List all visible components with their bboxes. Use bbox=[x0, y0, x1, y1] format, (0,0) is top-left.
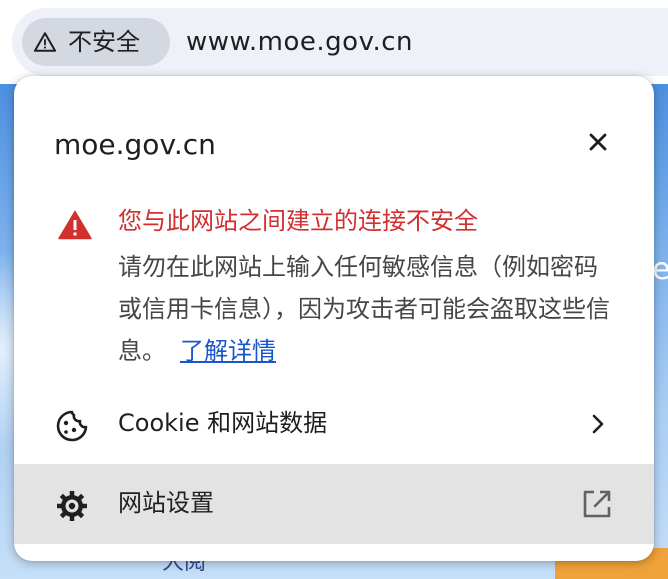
chevron-right-icon bbox=[592, 414, 604, 434]
site-info-popup: moe.gov.cn 您与此网站之间建立的连接不安全 请勿在此网站上输入任何敏感… bbox=[14, 76, 654, 561]
background-partial-text: ea bbox=[652, 252, 668, 287]
insecure-connection-heading: 您与此网站之间建立的连接不安全 bbox=[118, 207, 478, 235]
warning-triangle-icon bbox=[34, 32, 56, 52]
gear-icon bbox=[57, 491, 87, 521]
insecure-connection-description: 请勿在此网站上输入任何敏感信息（例如密码或信用卡信息），因为攻击者可能会盗取这些… bbox=[118, 246, 618, 372]
cookies-site-data-item[interactable]: Cookie 和网站数据 bbox=[14, 384, 654, 464]
cookies-item-label: Cookie 和网站数据 bbox=[118, 409, 328, 437]
learn-more-link[interactable]: 了解详情 bbox=[180, 337, 276, 365]
cookie-icon bbox=[56, 410, 88, 442]
url-text[interactable]: www.moe.gov.cn bbox=[186, 25, 413, 59]
security-chip-label: 不安全 bbox=[68, 28, 140, 56]
popup-title: moe.gov.cn bbox=[54, 128, 216, 161]
close-icon[interactable] bbox=[582, 126, 614, 158]
open-external-icon bbox=[583, 490, 611, 518]
security-status-chip[interactable]: 不安全 bbox=[22, 18, 170, 66]
site-settings-item[interactable]: 网站设置 bbox=[14, 464, 654, 544]
warning-triangle-icon bbox=[58, 210, 92, 240]
site-settings-label: 网站设置 bbox=[118, 489, 214, 517]
